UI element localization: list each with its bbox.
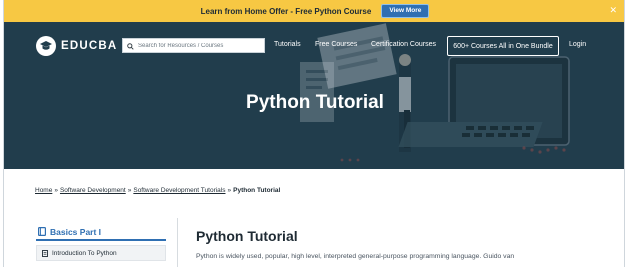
breadcrumb-separator: » [127,187,132,194]
breadcrumb-separator: » [54,187,58,194]
content-divider [177,218,178,267]
all-in-one-bundle-button[interactable]: 600+ Courses All in One Bundle [447,36,559,56]
breadcrumb-software-development-tutorials[interactable]: Software Development Tutorials [133,187,225,194]
hero-banner: EDUCBA Tutorials Free Courses Certificat… [4,22,624,169]
sidebar: Basics Part I Introduction To Python [36,225,166,261]
nav-link-free-courses[interactable]: Free Courses [315,41,357,48]
educba-logo[interactable]: EDUCBA [36,36,117,56]
top-nav: EDUCBA Tutorials Free Courses Certificat… [4,36,624,56]
nav-link-tutorials[interactable]: Tutorials [274,41,301,48]
view-more-button[interactable]: View More [381,4,430,18]
breadcrumb-current: Python Tutorial [233,187,281,194]
promo-bar: Learn from Home Offer - Free Python Cour… [4,0,624,22]
search-icon[interactable] [127,37,134,55]
breadcrumb-separator: » [227,187,232,194]
document-icon [42,244,48,262]
logo-text: EDUCBA [61,40,118,52]
article-intro: Python is widely used, popular, high lev… [196,253,515,260]
breadcrumb: Home» Software Development» Software Devel… [35,187,280,194]
hero-title: Python Tutorial [246,92,384,113]
breadcrumb-software-development[interactable]: Software Development [60,187,126,194]
sidebar-item-label: Introduction To Python [52,249,117,257]
search-box[interactable] [122,38,265,53]
promo-text: Learn from Home Offer - Free Python Cour… [200,6,372,16]
article-title: Python Tutorial [196,228,298,244]
sidebar-item-introduction-to-python[interactable]: Introduction To Python [36,245,166,261]
login-link[interactable]: Login [569,41,586,48]
sidebar-section-title: Basics Part I [50,227,102,237]
graduation-cap-logo-icon [36,36,56,56]
nav-link-certification-courses[interactable]: Certification Courses [371,41,436,48]
breadcrumb-home[interactable]: Home [35,187,52,194]
sidebar-section-header[interactable]: Basics Part I [36,225,166,241]
close-icon[interactable]: ✕ [609,5,617,16]
book-icon [38,223,47,241]
page-frame: Learn from Home Offer - Free Python Cour… [3,0,625,267]
search-input[interactable] [138,42,258,49]
